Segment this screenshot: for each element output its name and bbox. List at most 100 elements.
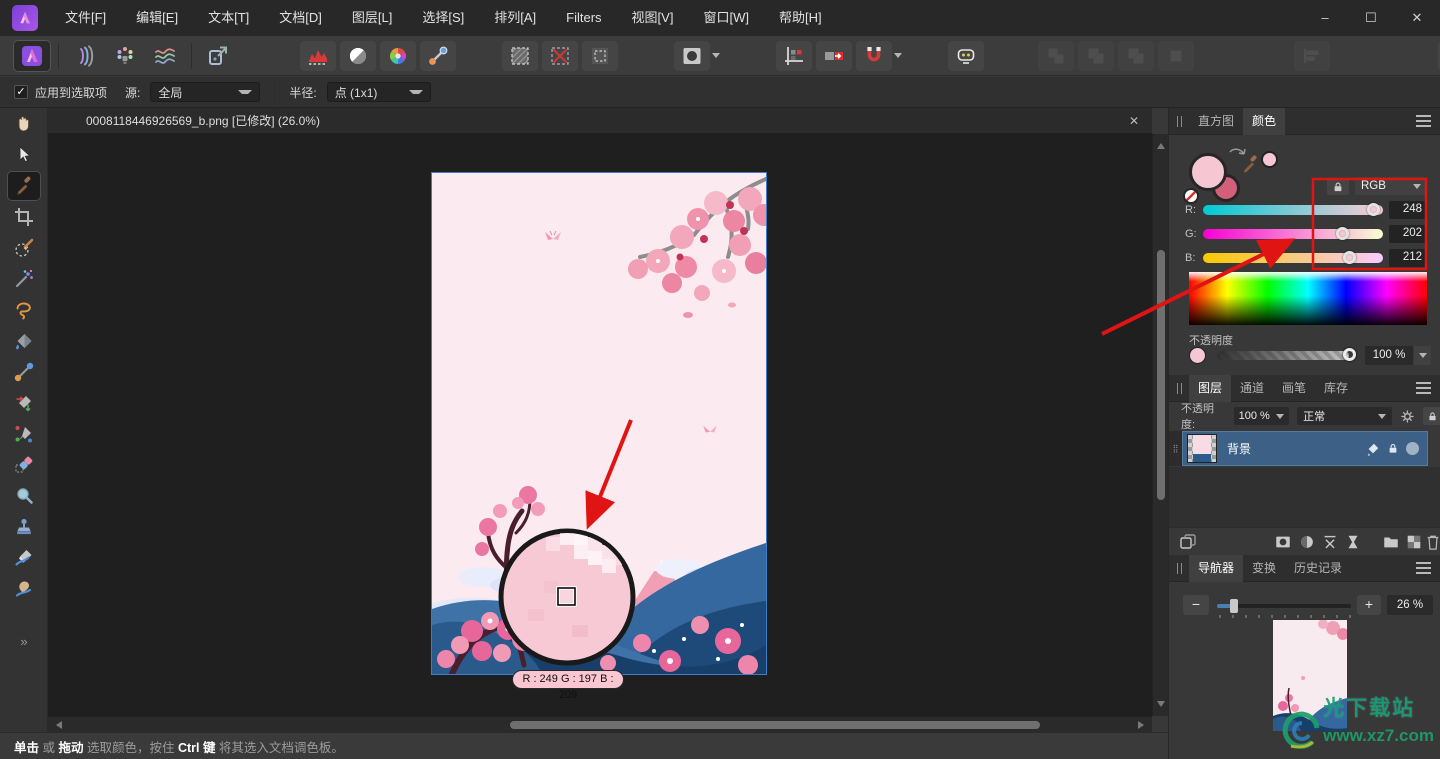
tab-stock[interactable]: 库存	[1315, 375, 1357, 402]
menu-window[interactable]: 窗口[W]	[688, 0, 764, 36]
mesh-warp-tool[interactable]	[8, 389, 40, 417]
pixel-brush-tool[interactable]	[8, 420, 40, 448]
blue-slider[interactable]	[1203, 253, 1383, 263]
adjustment-layer-icon[interactable]	[1298, 533, 1316, 551]
apply-to-selection-checkbox[interactable]: ✓	[14, 85, 28, 99]
more-tools-button[interactable]: »	[0, 634, 48, 649]
delete-layer-icon[interactable]	[1425, 533, 1440, 551]
tone-mapping-persona-button[interactable]	[147, 41, 183, 71]
swap-colors-icon[interactable]	[1227, 146, 1249, 164]
menu-edit[interactable]: 编辑[E]	[121, 0, 193, 36]
layer-lock-icon[interactable]	[1387, 442, 1399, 455]
tab-brushes[interactable]: 画笔	[1273, 375, 1315, 402]
no-color-swatch[interactable]	[1183, 188, 1199, 204]
opacity-dropdown[interactable]	[1414, 346, 1431, 365]
scroll-down-icon[interactable]	[1157, 701, 1165, 711]
source-select[interactable]: 全局	[150, 82, 260, 102]
export-persona-button[interactable]	[200, 41, 236, 71]
canvas-area[interactable]: R : 249 G : 197 B : 209	[48, 134, 1152, 716]
liquify-persona-button[interactable]	[67, 41, 103, 71]
panel-grip-icon[interactable]	[1177, 563, 1182, 574]
menu-view[interactable]: 视图[V]	[617, 0, 689, 36]
develop-persona-button[interactable]	[107, 41, 143, 71]
mask-layer-icon[interactable]	[1274, 533, 1292, 551]
snapping-dropdown[interactable]	[894, 41, 902, 71]
tab-histogram[interactable]: 直方图	[1189, 108, 1243, 135]
close-button[interactable]: ✕	[1394, 0, 1440, 36]
layers-list-empty-area[interactable]	[1169, 467, 1440, 527]
red-slider-knob[interactable]	[1367, 203, 1380, 216]
document-tab[interactable]: 0008118446926569_b.png [已修改] (26.0%)	[86, 112, 320, 129]
assistant-options-button[interactable]	[776, 41, 812, 71]
view-tool[interactable]	[8, 110, 40, 138]
panel-menu-icon[interactable]	[1416, 387, 1431, 389]
blur-tool[interactable]	[8, 482, 40, 510]
smudge-tool[interactable]	[8, 575, 40, 603]
color-lock-button[interactable]	[1327, 178, 1349, 195]
tab-transform[interactable]: 变换	[1243, 555, 1285, 582]
auto-colour-button[interactable]	[380, 41, 416, 71]
layer-thumbnail[interactable]	[1187, 434, 1217, 463]
layer-name[interactable]: 背景	[1227, 440, 1251, 457]
auto-contrast-button[interactable]	[340, 41, 376, 71]
opacity-value[interactable]: 100 %	[1365, 346, 1413, 365]
tab-layers[interactable]: 图层	[1189, 375, 1231, 402]
document-image[interactable]	[432, 173, 766, 674]
horizontal-scrollbar[interactable]	[48, 716, 1152, 732]
freehand-selection-tool[interactable]	[8, 296, 40, 324]
quick-mask-dropdown[interactable]	[712, 41, 720, 71]
vertical-scrollbar[interactable]	[1152, 134, 1168, 716]
menu-file[interactable]: 文件[F]	[50, 0, 121, 36]
pattern-layer-icon[interactable]	[1405, 533, 1423, 551]
opacity-slider-knob[interactable]	[1343, 348, 1356, 361]
quick-mask-button[interactable]	[674, 41, 710, 71]
blend-mode-select[interactable]: 正常	[1297, 407, 1392, 425]
green-value[interactable]: 202	[1389, 225, 1427, 243]
tab-channels[interactable]: 通道	[1231, 375, 1273, 402]
menu-document[interactable]: 文档[D]	[264, 0, 337, 36]
scroll-up-icon[interactable]	[1157, 139, 1165, 149]
flood-select-tool[interactable]	[8, 265, 40, 293]
primary-color-swatch[interactable]	[1189, 153, 1227, 191]
selection-fill-button[interactable]	[502, 41, 538, 71]
zoom-slider-thumb[interactable]	[1230, 599, 1238, 613]
live-filter-icon[interactable]	[1321, 533, 1339, 551]
deselect-button[interactable]	[542, 41, 578, 71]
auto-levels-button[interactable]	[300, 41, 336, 71]
crop-tool[interactable]	[8, 203, 40, 231]
fill-layer-icon[interactable]	[1344, 533, 1362, 551]
zoom-value[interactable]: 26 %	[1387, 595, 1433, 615]
radius-select[interactable]: 点 (1x1)	[327, 82, 431, 102]
panel-menu-icon[interactable]	[1416, 567, 1431, 569]
menu-arrange[interactable]: 排列[A]	[479, 0, 551, 36]
color-picker-tool[interactable]	[8, 172, 40, 200]
menu-select[interactable]: 选择[S]	[407, 0, 479, 36]
selection-brush-tool[interactable]	[8, 234, 40, 262]
green-slider[interactable]	[1203, 229, 1383, 239]
blend-options-gear-icon[interactable]	[1400, 409, 1415, 424]
tab-close-icon[interactable]: ✕	[1126, 114, 1142, 128]
panel-grip-icon[interactable]	[1177, 383, 1182, 394]
zoom-slider[interactable]	[1217, 604, 1351, 608]
background-eraser-tool[interactable]	[8, 451, 40, 479]
opacity-slider[interactable]	[1217, 351, 1349, 360]
color-spectrum[interactable]	[1189, 272, 1427, 325]
panel-menu-icon[interactable]	[1416, 120, 1431, 122]
paint-brush-tool[interactable]	[8, 544, 40, 572]
green-slider-knob[interactable]	[1336, 227, 1349, 240]
menu-filters[interactable]: Filters	[551, 0, 616, 36]
zoom-out-button[interactable]: −	[1183, 595, 1209, 615]
menu-help[interactable]: 帮助[H]	[764, 0, 837, 36]
blue-slider-knob[interactable]	[1343, 251, 1356, 264]
auto-white-balance-button[interactable]	[420, 41, 456, 71]
group-layers-icon[interactable]	[1382, 533, 1400, 551]
layer-lock-button[interactable]	[1423, 407, 1440, 425]
tab-color[interactable]: 颜色	[1243, 108, 1285, 135]
layer-visibility-toggle[interactable]	[1406, 442, 1419, 455]
tab-navigator[interactable]: 导航器	[1189, 555, 1243, 582]
red-slider[interactable]	[1203, 205, 1383, 215]
flood-fill-tool[interactable]	[8, 327, 40, 355]
layer-opacity-select[interactable]: 100 %	[1234, 407, 1290, 425]
layer-row-background[interactable]: 背景	[1182, 431, 1428, 466]
scroll-right-icon[interactable]	[1138, 721, 1148, 729]
